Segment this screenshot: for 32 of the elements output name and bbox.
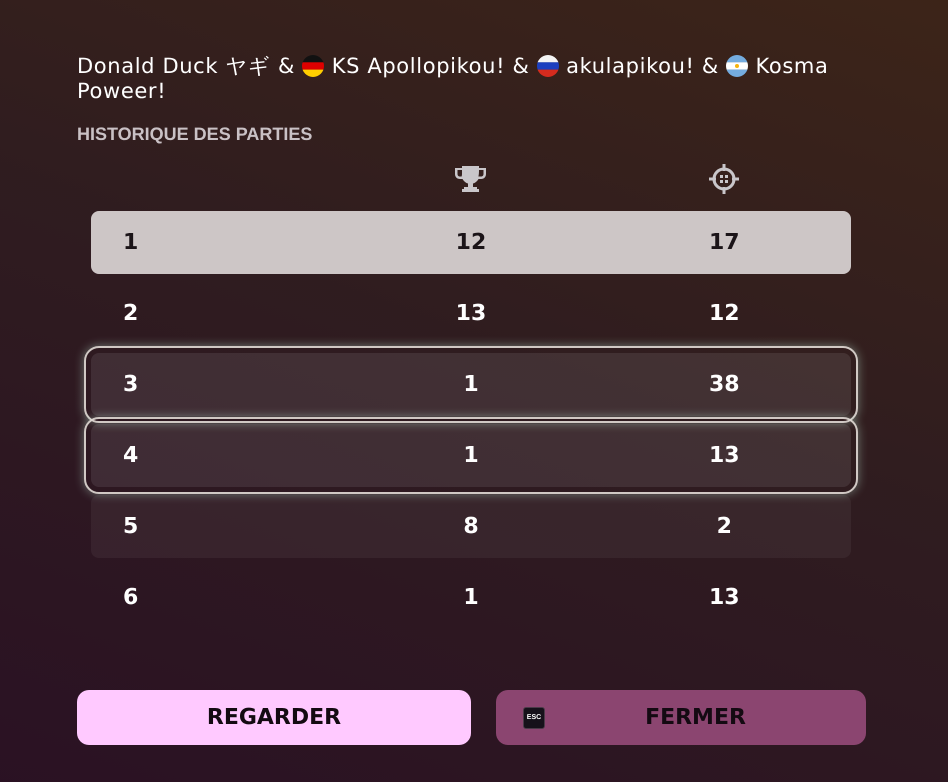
table-cell-text: 1 [463,442,479,470]
table-row[interactable]: 4 1 13 [84,417,858,494]
table-cell-text: 13 [456,300,486,328]
table-row[interactable]: 1 12 17 [91,211,851,274]
table-cell-text: 6 [123,584,138,612]
table-cell-text: 1 [123,229,138,257]
table-cell-text: 4 [123,442,138,470]
table-cell-text: 38 [709,371,740,399]
table-cell-text: 8 [463,513,479,541]
table-cell-text: 2 [716,513,732,541]
table-cell-text: 5 [123,513,138,541]
table-cell-text: 13 [709,584,740,612]
table-cell-text: 3 [123,371,138,399]
watch-button[interactable]: REGARDER [77,690,471,745]
table-row[interactable]: 2 13 12 [91,282,851,345]
flag-icon [536,55,559,77]
table-cell-text: 13 [709,442,740,470]
table-cell-text: 1 [463,584,479,612]
crosshair-icon [708,163,740,195]
table-cell-text: 1 [463,371,479,399]
table-cell-text: 2 [123,300,138,328]
table-row[interactable]: 3 1 38 [84,346,858,423]
trophy-icon [455,166,486,192]
table-cell-text: 12 [456,229,486,257]
table-row[interactable]: 6 1 13 [91,566,851,629]
table-cell-text: 17 [709,229,740,257]
players-title: Donald Duck ヤギ & KS Apollopikou! & akulapikou! & Kosma Poweer! [77,54,830,104]
flag-icon [726,55,748,77]
table-cell-text: 12 [709,300,740,328]
table-row[interactable]: 5 8 2 [91,495,851,558]
flag-icon [302,55,324,77]
section-heading: HISTORIQUE DES PARTIES [77,123,312,145]
